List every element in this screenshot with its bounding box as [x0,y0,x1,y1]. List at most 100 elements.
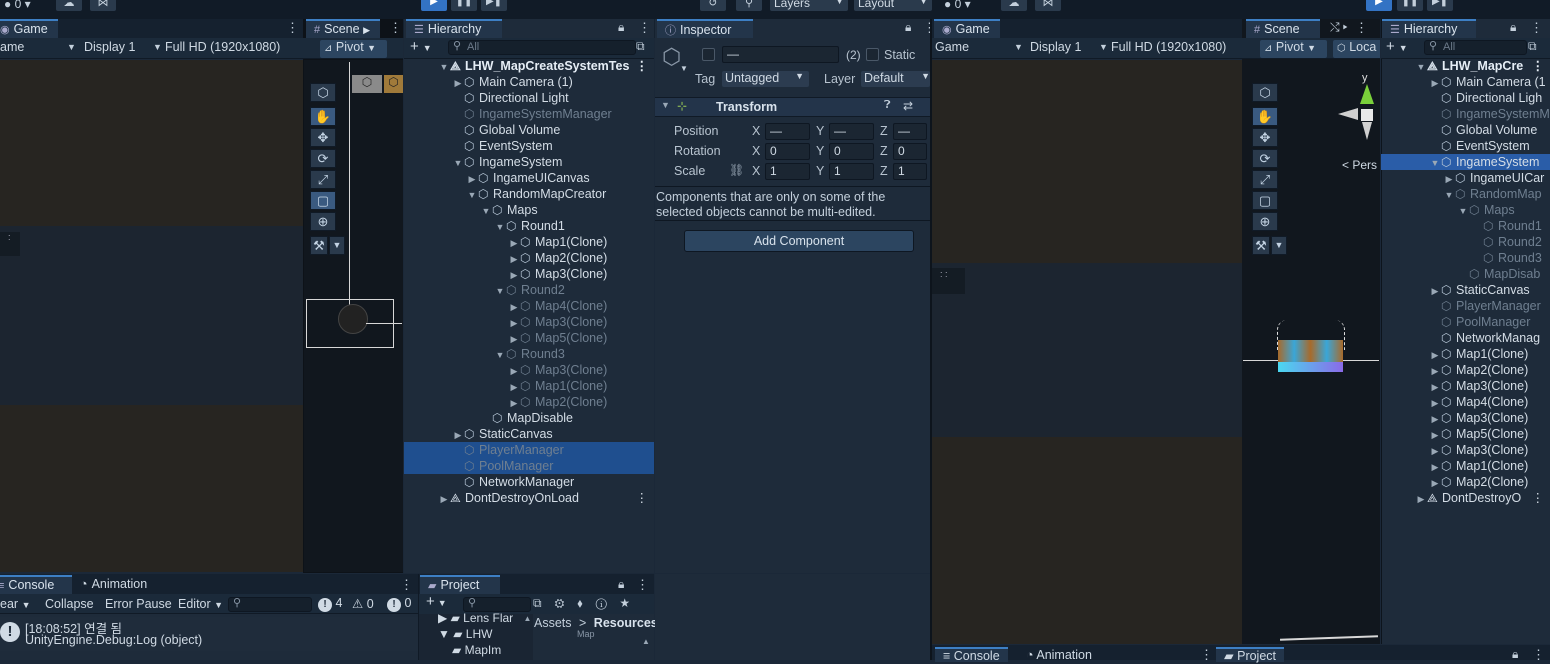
y-axis-label[interactable]: Y [816,144,824,158]
hierarchy-row[interactable]: ▼ ⟁ LHW_MapCreateSystemTes ⋮ [404,58,654,74]
kebab-icon[interactable]: ⋮ [286,20,299,36]
expand-right-icon[interactable]: ▶ [1429,363,1441,379]
hierarchy-row[interactable]: ⬡ Directional Ligh [1381,90,1550,106]
expand-right-icon[interactable]: ▶ [1415,491,1427,507]
console-search[interactable] [228,597,312,612]
collapse-button[interactable]: Collapse [45,597,94,611]
rect-icon[interactable]: ▢ [310,191,336,210]
layers-dropdown[interactable]: Layers ▼ [770,0,848,11]
hierarchy-row[interactable]: ▶ ⬡ Map1(Clone) [1381,458,1550,474]
expand-right-icon[interactable]: ▶ [1429,459,1441,475]
search-options-icon[interactable]: ⧉ [636,39,645,54]
project-search[interactable] [463,597,531,612]
kebab-icon[interactable]: ⋮ [389,20,402,36]
tab-scene-right[interactable]: # Scene [1246,19,1320,38]
expand-right-icon[interactable]: ▶ [1429,75,1441,91]
expand-right-icon[interactable]: ▶ [1429,475,1441,491]
expand-right-icon[interactable]: ▶ [508,235,520,251]
hierarchy-row[interactable]: ⬡ PlayerManager [404,442,654,458]
hierarchy-row[interactable]: ⬡ IngameSystemManager [404,106,654,122]
game-view-dropdown-right[interactable]: Game ▼ [935,40,1023,57]
y-axis-label[interactable]: Y [816,164,824,178]
hierarchy-row[interactable]: ▶ ⬡ StaticCanvas [404,426,654,442]
expand-right-icon[interactable]: ▶ [1443,171,1455,187]
layout-dropdown[interactable]: Layout ▼ [854,0,932,11]
transform-icon[interactable]: ⊕ [1252,212,1278,231]
search-options-icon[interactable]: ⧉ [1528,39,1537,54]
pivot-dropdown-left[interactable]: ⊿ Pivot ▼ [320,40,387,58]
hierarchy-row[interactable]: ▶ ⬡ StaticCanvas [1381,282,1550,298]
scale-y-field[interactable]: 1 [829,163,874,180]
project-tree-item[interactable]: ▶ ▰ Lens Flar [438,611,513,625]
search-icon[interactable]: ⚲ [736,0,762,11]
account-icon[interactable]: ● 0 ▾ [4,0,31,11]
account-icon-right[interactable]: ● 0 ▾ [944,0,971,11]
tab-inspector[interactable]: ⓘ Inspector [657,19,753,38]
scene-map-object[interactable] [1278,340,1343,362]
hierarchy-row[interactable]: ▶ ⬡ Map2(Clone) [404,250,654,266]
kebab-icon[interactable]: ⋮ [1355,20,1368,36]
game-viewport-left[interactable]: : [0,60,303,572]
hierarchy-row[interactable]: ▶ ⬡ Map4(Clone) [1381,394,1550,410]
display-dropdown-right[interactable]: Display 1 ▼ [1030,40,1108,57]
scale-x-field[interactable]: 1 [765,163,810,180]
add-component-button[interactable]: Add Component [684,230,914,252]
tag-dropdown[interactable]: Untagged ▼ [722,71,809,87]
hierarchy-row[interactable]: ⬡ NetworkManager [404,474,654,490]
expand-down-icon[interactable]: ▼ [494,283,506,299]
create-button-right[interactable]: + ▼ [1386,38,1408,55]
editor-dropdown[interactable]: Editor ▼ [178,597,223,611]
hierarchy-row[interactable]: ▶ ⬡ Main Camera (1) [404,74,654,90]
hierarchy-row[interactable]: ▼ ⬡ Round2 [404,282,654,298]
error-filter[interactable]: ! 0 [387,596,411,612]
expand-right-icon[interactable]: ▶ [1429,411,1441,427]
custom-tool-dropdown[interactable]: ▼ [329,236,345,255]
collab-icon-right[interactable]: ⋈ [1035,0,1061,11]
hierarchy-row[interactable]: ▼ ⬡ Maps [1381,202,1550,218]
hierarchy-row[interactable]: ▶ ⬡ Map1(Clone) [404,378,654,394]
expand-right-icon[interactable]: ▶ [508,267,520,283]
hierarchy-search-right[interactable]: All [1424,40,1527,55]
y-axis-label[interactable]: Y [816,124,824,138]
play-icon-right[interactable]: ▶ [1366,0,1392,11]
breadcrumb-resources[interactable]: Resources [594,616,658,630]
object-cube-dropdown[interactable]: ▼ [680,64,688,73]
project-scrollbar-2[interactable]: ▲ [642,637,650,646]
expand-right-icon[interactable]: ▶ [508,299,520,315]
hierarchy-row[interactable]: ⬡ Global Volume [1381,122,1550,138]
kebab-icon[interactable]: ⋮ [636,490,649,506]
rotate-icon[interactable]: ⟳ [310,149,336,168]
kebab-icon[interactable]: ⋮ [638,20,651,36]
expand-right-icon[interactable]: ▶ [1429,283,1441,299]
display-dropdown-left[interactable]: Display 1 ▼ [84,40,162,57]
preset-icon[interactable]: ⇄ [903,99,913,113]
x-axis-label[interactable]: X [752,124,760,138]
cube-icon[interactable]: ⬡ [310,83,336,102]
persp-label[interactable]: < Pers [1342,158,1377,172]
hierarchy-row[interactable]: ⬡ MapDisab [1381,266,1550,282]
expand-down-icon[interactable]: ▼ [480,203,492,219]
expand-right-icon[interactable]: ▶ [1429,379,1441,395]
kebab-icon[interactable]: ⋮ [636,577,649,593]
position-z-field[interactable]: — [893,123,927,140]
hierarchy-row[interactable]: ⬡ Round3 [1381,250,1550,266]
lock-icon[interactable]: 🔒︎ [618,577,624,592]
hierarchy-row[interactable]: ▶ ⬡ Map4(Clone) [404,298,654,314]
hierarchy-row[interactable]: ▼ ⬡ Round3 [404,346,654,362]
hierarchy-row[interactable]: ▼ ⟁ LHW_MapCre ⋮ [1381,58,1550,74]
kebab-icon[interactable]: ⋮ [1200,647,1213,663]
kebab-icon[interactable]: ⋮ [1532,490,1545,506]
project-tree-item[interactable]: ▰ MapIm [452,643,501,657]
hierarchy-row[interactable]: ▶ ⬡ Map3(Clone) [404,362,654,378]
pause-icon-right[interactable]: ❚❚ [1397,0,1423,11]
hierarchy-row[interactable]: ▶ ⬡ Map3(Clone) [1381,442,1550,458]
hierarchy-row[interactable]: ▼ ⬡ RandomMapCreator [404,186,654,202]
kebab-icon[interactable]: ⋮ [1532,647,1545,663]
kebab-icon[interactable]: ⋮ [636,58,649,74]
hierarchy-search-left[interactable]: All [448,40,636,55]
hand-icon[interactable]: ✋ [1252,107,1278,126]
expand-right-icon[interactable]: ▶ [508,331,520,347]
hierarchy-row[interactable]: ▼ ⬡ Maps [404,202,654,218]
hierarchy-row[interactable]: ▶ ⬡ Map2(Clone) [1381,362,1550,378]
step-icon-right[interactable]: ▶❚ [1427,0,1453,11]
